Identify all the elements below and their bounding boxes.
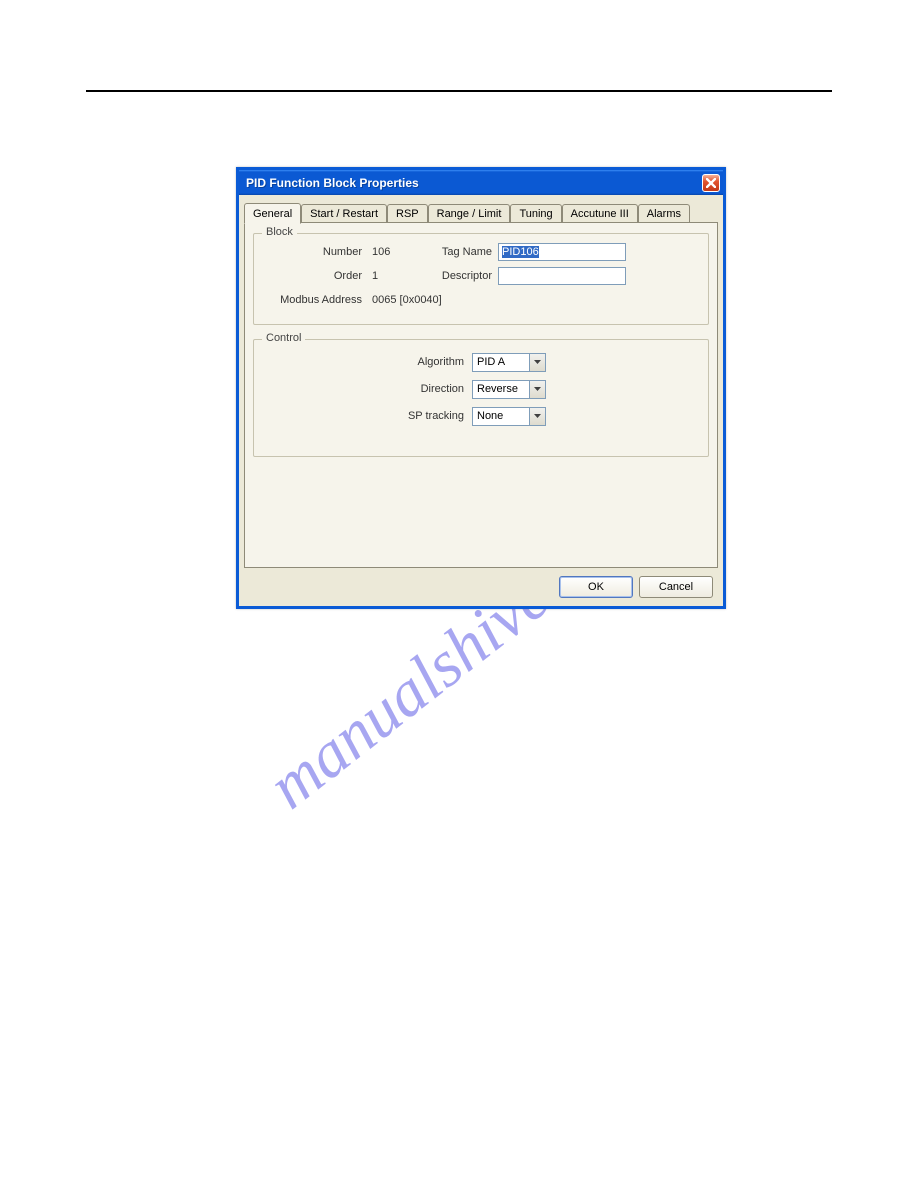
group-block: Block Number 106 Tag Name PID106 Order 1… xyxy=(253,233,709,325)
number-label: Number xyxy=(254,246,362,258)
page-top-rule xyxy=(86,90,832,92)
tab-label: Alarms xyxy=(647,208,681,220)
tab-tuning[interactable]: Tuning xyxy=(510,204,561,223)
modbus-value: 0065 [0x0040] xyxy=(372,294,442,306)
tagname-field[interactable]: PID106 xyxy=(498,243,626,261)
tab-label: RSP xyxy=(396,208,419,220)
dialog-buttons: OK Cancel xyxy=(559,576,713,598)
group-block-legend: Block xyxy=(262,226,297,238)
tab-label: General xyxy=(253,208,292,220)
algorithm-value: PID A xyxy=(477,356,505,368)
group-control: Control Algorithm PID A Direction Revers… xyxy=(253,339,709,457)
tab-accutune[interactable]: Accutune III xyxy=(562,204,638,223)
dialog-title: PID Function Block Properties xyxy=(246,176,419,190)
tagname-label: Tag Name xyxy=(422,246,492,258)
tab-alarms[interactable]: Alarms xyxy=(638,204,690,223)
sptracking-label: SP tracking xyxy=(254,410,464,422)
algorithm-select[interactable]: PID A xyxy=(472,353,546,372)
order-value: 1 xyxy=(372,270,422,282)
ok-button[interactable]: OK xyxy=(559,576,633,598)
modbus-label: Modbus Address xyxy=(254,294,362,306)
tabstrip: General Start / Restart RSP Range / Limi… xyxy=(244,202,718,222)
descriptor-field[interactable] xyxy=(498,267,626,285)
tab-label: Start / Restart xyxy=(310,208,378,220)
descriptor-label: Descriptor xyxy=(422,270,492,282)
tab-rsp[interactable]: RSP xyxy=(387,204,428,223)
algorithm-label: Algorithm xyxy=(254,356,464,368)
number-value: 106 xyxy=(372,246,422,258)
sptracking-select[interactable]: None xyxy=(472,407,546,426)
tagname-value: PID106 xyxy=(502,246,539,258)
group-control-legend: Control xyxy=(262,332,305,344)
tab-general[interactable]: General xyxy=(244,203,301,224)
chevron-down-icon xyxy=(534,387,541,391)
tab-label: Range / Limit xyxy=(437,208,502,220)
chevron-down-icon xyxy=(534,360,541,364)
properties-dialog: PID Function Block Properties General St… xyxy=(236,167,726,609)
algorithm-dropdown-button[interactable] xyxy=(530,353,546,372)
tab-start-restart[interactable]: Start / Restart xyxy=(301,204,387,223)
chevron-down-icon xyxy=(534,414,541,418)
direction-label: Direction xyxy=(254,383,464,395)
cancel-button[interactable]: Cancel xyxy=(639,576,713,598)
direction-select[interactable]: Reverse xyxy=(472,380,546,399)
direction-value: Reverse xyxy=(477,383,518,395)
tab-panel-general: Block Number 106 Tag Name PID106 Order 1… xyxy=(244,222,718,568)
tab-range-limit[interactable]: Range / Limit xyxy=(428,204,511,223)
sptracking-dropdown-button[interactable] xyxy=(530,407,546,426)
direction-dropdown-button[interactable] xyxy=(530,380,546,399)
tab-label: Accutune III xyxy=(571,208,629,220)
close-icon xyxy=(706,178,716,188)
sptracking-value: None xyxy=(477,410,503,422)
close-button[interactable] xyxy=(702,174,720,192)
order-label: Order xyxy=(254,270,362,282)
tab-label: Tuning xyxy=(519,208,552,220)
titlebar: PID Function Block Properties xyxy=(239,170,723,195)
